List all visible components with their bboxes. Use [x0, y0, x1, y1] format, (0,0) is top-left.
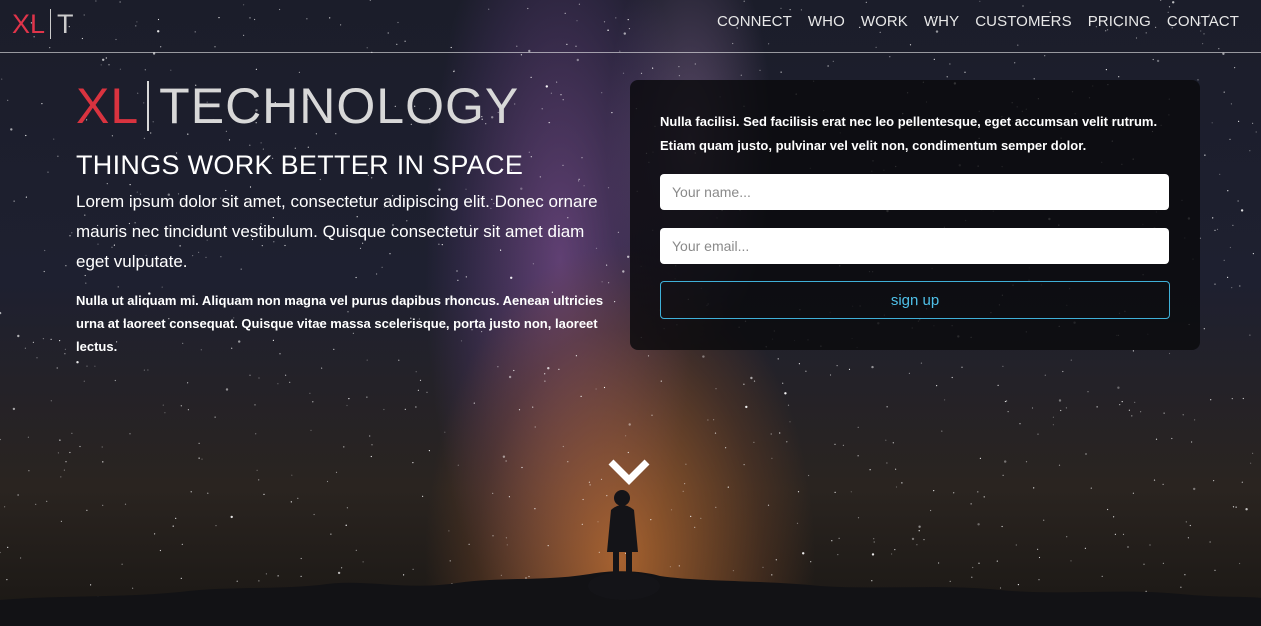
nav-work-link[interactable]: WORK — [853, 12, 916, 32]
chevron-down-icon[interactable] — [606, 456, 652, 486]
nav-why-link[interactable]: WHY — [916, 12, 967, 32]
signup-panel: Nulla facilisi. Sed facilisis erat nec l… — [630, 80, 1200, 350]
hero-section: XL TECHNOLOGY THINGS WORK BETTER IN SPAC… — [76, 78, 616, 358]
nav-pricing-link[interactable]: PRICING — [1080, 12, 1159, 32]
email-input[interactable] — [660, 228, 1169, 264]
nav-who-link[interactable]: WHO — [800, 12, 853, 32]
hero-logo-divider — [147, 81, 150, 131]
main-nav: CONNECT WHO WORK WHY CUSTOMERS PRICING C… — [709, 12, 1247, 32]
sign-up-button[interactable]: sign up — [660, 281, 1170, 319]
hero-logo: XL TECHNOLOGY — [76, 78, 616, 134]
nav-customers-link[interactable]: CUSTOMERS — [967, 12, 1079, 32]
hero-lead-paragraph: Lorem ipsum dolor sit amet, consectetur … — [76, 192, 598, 271]
hero-body-paragraph: Nulla ut aliquam mi. Aliquam non magna v… — [76, 293, 604, 354]
hero-logo-technology: TECHNOLOGY — [159, 78, 520, 134]
logo-t-text: T — [57, 8, 74, 39]
nav-connect-link[interactable]: CONNECT — [709, 12, 800, 32]
nav-contact-link[interactable]: CONTACT — [1159, 12, 1247, 32]
name-input[interactable] — [660, 174, 1169, 210]
site-logo[interactable]: XL T — [12, 8, 74, 40]
logo-divider — [50, 9, 52, 39]
top-navigation-bar: XL T CONNECT WHO WORK WHY CUSTOMERS PRIC… — [0, 0, 1261, 53]
hero-logo-xl: XL — [76, 78, 140, 134]
logo-xl-text: XL — [12, 8, 46, 39]
hero-headline: THINGS WORK BETTER IN SPACE — [76, 150, 524, 180]
signup-description: Nulla facilisi. Sed facilisis erat nec l… — [660, 114, 1158, 153]
